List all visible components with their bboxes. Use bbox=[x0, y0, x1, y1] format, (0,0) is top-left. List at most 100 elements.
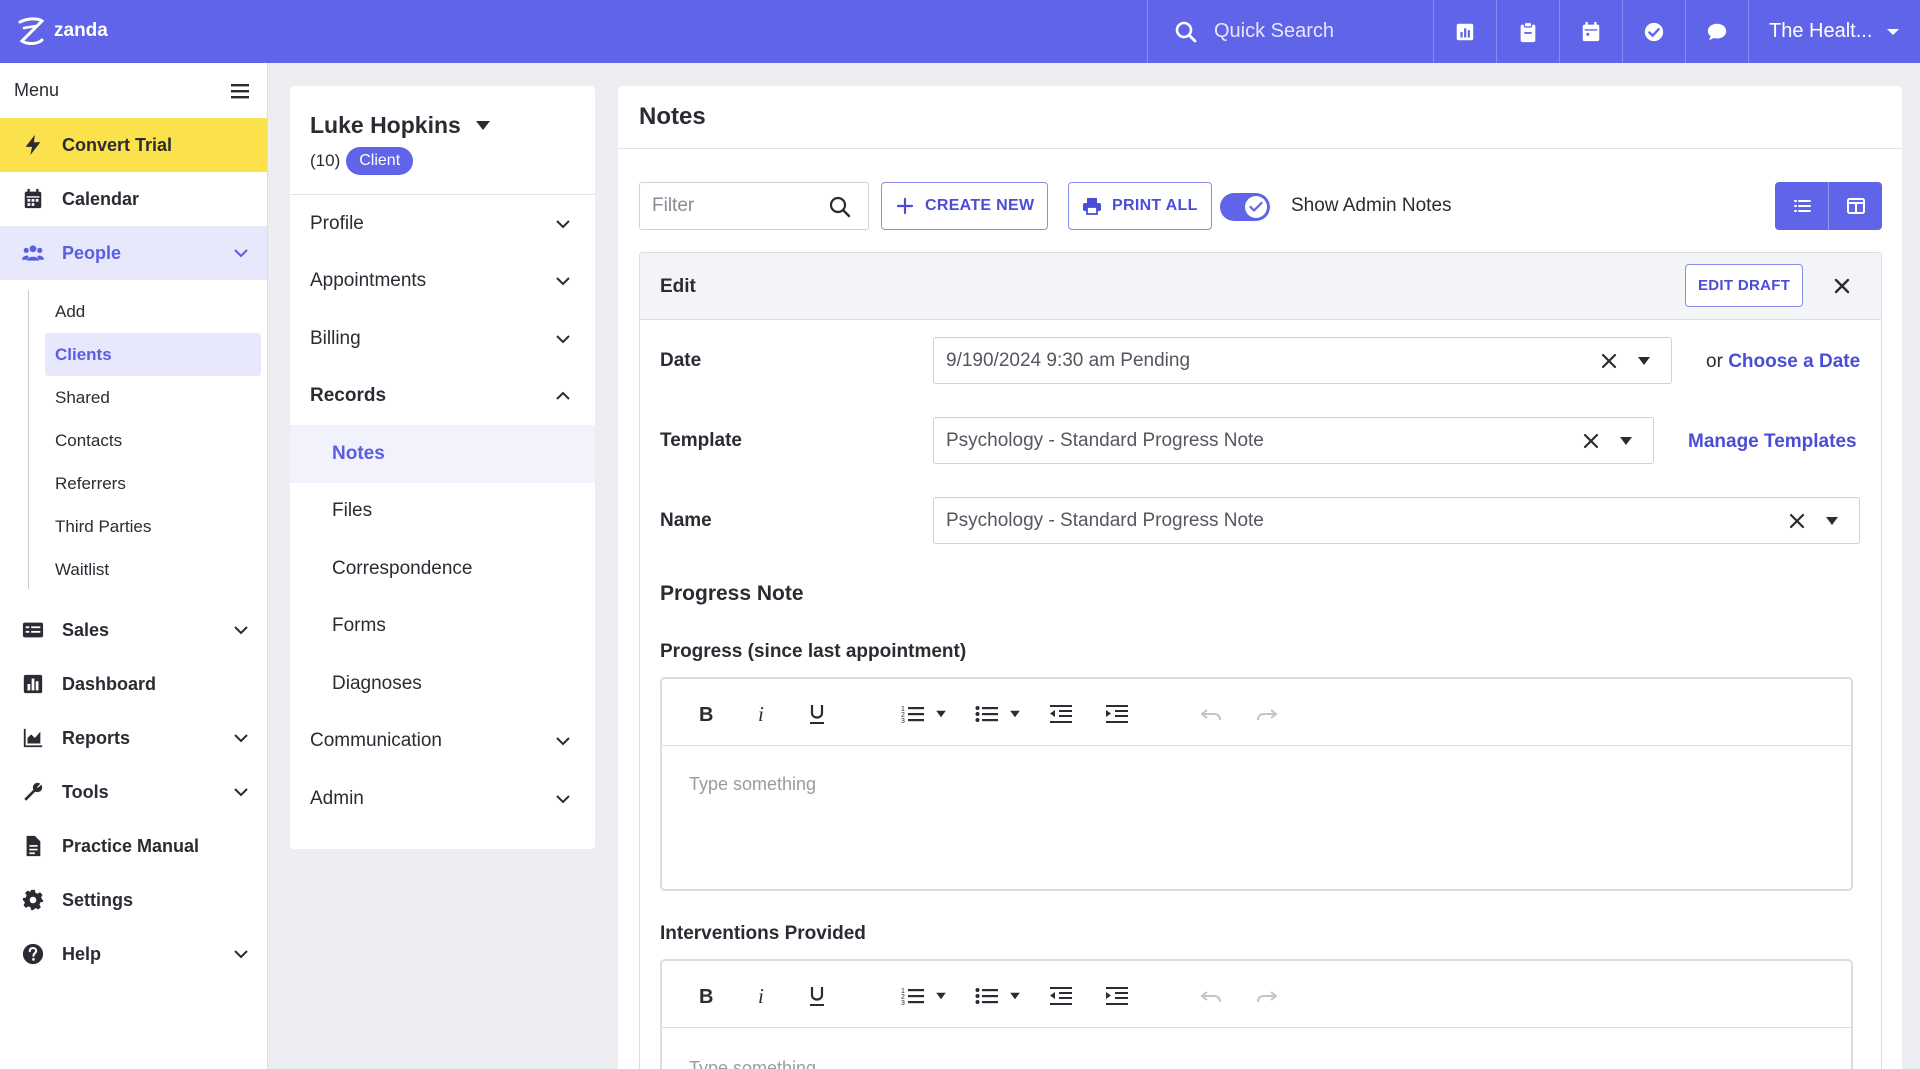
progress-text-area[interactable]: Type something bbox=[662, 746, 1851, 795]
sidebar-item-people[interactable]: People bbox=[0, 226, 267, 280]
records-subnav-diagnoses[interactable]: Diagnoses bbox=[290, 655, 595, 713]
notes-toolbar: Filter CREATE NEW PRINT ALL Show Admin N… bbox=[639, 182, 1882, 230]
sidebar-item-convert-trial[interactable]: Convert Trial bbox=[0, 118, 267, 172]
redo-icon bbox=[1257, 709, 1278, 721]
client-name-dropdown[interactable]: Luke Hopkins bbox=[310, 112, 595, 139]
caret-down-icon[interactable] bbox=[1619, 436, 1633, 446]
create-new-button[interactable]: CREATE NEW bbox=[881, 182, 1049, 230]
sidebar-item-dashboard[interactable]: Dashboard bbox=[0, 657, 267, 711]
edit-draft-button[interactable]: EDIT DRAFT bbox=[1685, 264, 1804, 307]
name-value: Psychology - Standard Progress Note bbox=[946, 509, 1264, 531]
client-records-panel: Luke Hopkins (10) Client Profile Appoint… bbox=[290, 86, 595, 849]
bullet-list-icon bbox=[975, 706, 998, 722]
name-select[interactable]: Psychology - Standard Progress Note bbox=[933, 497, 1860, 544]
choose-date-link[interactable]: Choose a Date bbox=[1728, 351, 1860, 372]
sidebar-subitem-contacts[interactable]: Contacts bbox=[45, 419, 261, 462]
italic-button[interactable]: i bbox=[748, 701, 774, 727]
ordered-list-dropdown[interactable] bbox=[934, 983, 948, 1009]
sidebar-subitem-waitlist[interactable]: Waitlist bbox=[45, 548, 261, 591]
top-clipboard-button[interactable] bbox=[1496, 0, 1559, 63]
clear-icon[interactable] bbox=[1601, 353, 1617, 369]
undo-button[interactable] bbox=[1198, 701, 1224, 727]
underline-button[interactable] bbox=[804, 701, 830, 727]
caret-down-icon[interactable] bbox=[1637, 356, 1651, 366]
hamburger-icon[interactable] bbox=[229, 80, 251, 102]
top-reports-button[interactable] bbox=[1433, 0, 1496, 63]
sidebar-subitem-referrers[interactable]: Referrers bbox=[45, 462, 261, 505]
sidebar-item-reports[interactable]: Reports bbox=[0, 711, 267, 765]
records-nav-admin[interactable]: Admin bbox=[290, 770, 595, 828]
bullet-list-button[interactable] bbox=[974, 983, 1000, 1009]
svg-text:B: B bbox=[699, 704, 713, 726]
sidebar-item-settings[interactable]: Settings bbox=[0, 873, 267, 927]
sidebar-item-calendar[interactable]: Calendar bbox=[0, 172, 267, 226]
show-admin-notes-toggle[interactable] bbox=[1220, 193, 1270, 221]
account-menu[interactable]: The Healt... bbox=[1748, 0, 1920, 63]
sidebar-item-help[interactable]: Help bbox=[0, 927, 267, 981]
sidebar-item-tools[interactable]: Tools bbox=[0, 765, 267, 819]
records-nav-communication[interactable]: Communication bbox=[290, 713, 595, 771]
clear-icon[interactable] bbox=[1583, 433, 1599, 449]
list-view-button[interactable] bbox=[1775, 182, 1828, 230]
decrease-indent-button[interactable] bbox=[1048, 983, 1074, 1009]
caret-down-icon bbox=[1010, 710, 1020, 718]
chevron-down-icon bbox=[234, 950, 248, 959]
records-subnav-files[interactable]: Files bbox=[290, 483, 595, 541]
records-nav-profile[interactable]: Profile bbox=[290, 195, 595, 253]
bold-button[interactable]: B bbox=[692, 983, 718, 1009]
print-all-button[interactable]: PRINT ALL bbox=[1068, 182, 1212, 230]
caret-down-icon[interactable] bbox=[1825, 516, 1839, 526]
logo-text: zanda bbox=[54, 20, 108, 41]
zanda-logo[interactable]: zanda bbox=[14, 14, 108, 48]
chevron-down-icon bbox=[234, 734, 248, 743]
sidebar-item-practice-manual[interactable]: Practice Manual bbox=[0, 819, 267, 873]
ordered-list-dropdown[interactable] bbox=[934, 701, 948, 727]
underline-button[interactable] bbox=[804, 983, 830, 1009]
calendar-icon bbox=[1582, 21, 1600, 41]
records-nav-records[interactable]: Records bbox=[290, 368, 595, 426]
records-nav-label: Appointments bbox=[310, 270, 427, 292]
redo-button[interactable] bbox=[1254, 701, 1280, 727]
template-select[interactable]: Psychology - Standard Progress Note bbox=[933, 417, 1654, 464]
decrease-indent-button[interactable] bbox=[1048, 701, 1074, 727]
sidebar-subitem-third-parties[interactable]: Third Parties bbox=[45, 505, 261, 548]
chevron-down-icon bbox=[234, 626, 248, 635]
records-subnav-forms[interactable]: Forms bbox=[290, 598, 595, 656]
bullet-list-dropdown[interactable] bbox=[1008, 701, 1022, 727]
date-select[interactable]: 9/190/2024 9:30 am Pending bbox=[933, 337, 1672, 384]
sidebar-subitem-shared[interactable]: Shared bbox=[45, 376, 261, 419]
sidebar-subitem-add[interactable]: Add bbox=[45, 290, 261, 333]
ordered-list-button[interactable]: 123 bbox=[900, 983, 926, 1009]
increase-indent-button[interactable] bbox=[1104, 701, 1130, 727]
client-header: Luke Hopkins (10) Client bbox=[290, 86, 595, 195]
quick-search[interactable]: Quick Search bbox=[1147, 0, 1433, 63]
increase-indent-button[interactable] bbox=[1104, 983, 1130, 1009]
records-nav-billing[interactable]: Billing bbox=[290, 310, 595, 368]
filter-input[interactable]: Filter bbox=[639, 182, 869, 230]
top-tasks-button[interactable] bbox=[1622, 0, 1685, 63]
ordered-list-button[interactable]: 123 bbox=[900, 701, 926, 727]
close-icon[interactable] bbox=[1832, 276, 1852, 296]
records-subnav-correspondence[interactable]: Correspondence bbox=[290, 540, 595, 598]
redo-button[interactable] bbox=[1254, 983, 1280, 1009]
top-calendar-button[interactable] bbox=[1559, 0, 1622, 63]
chevron-down-icon bbox=[556, 795, 570, 804]
bullet-list-dropdown[interactable] bbox=[1008, 983, 1022, 1009]
italic-button[interactable]: i bbox=[748, 983, 774, 1009]
interventions-text-area[interactable]: Type something bbox=[662, 1028, 1851, 1069]
bold-button[interactable]: B bbox=[692, 701, 718, 727]
sidebar-subitem-clients[interactable]: Clients bbox=[45, 333, 261, 376]
sidebar-item-sales[interactable]: Sales bbox=[0, 603, 267, 657]
records-subnav-notes[interactable]: Notes bbox=[290, 425, 595, 483]
manage-templates-link[interactable]: Manage Templates bbox=[1688, 431, 1857, 453]
bullet-list-button[interactable] bbox=[974, 701, 1000, 727]
undo-button[interactable] bbox=[1198, 983, 1224, 1009]
sidebar-item-label: Reports bbox=[62, 727, 131, 748]
records-nav-appointments[interactable]: Appointments bbox=[290, 253, 595, 311]
page-title-text: Notes bbox=[639, 103, 706, 130]
undo-icon bbox=[1200, 991, 1221, 1003]
clear-icon[interactable] bbox=[1789, 513, 1805, 529]
print-all-label: PRINT ALL bbox=[1112, 197, 1198, 214]
top-messages-button[interactable] bbox=[1685, 0, 1748, 63]
split-view-button[interactable] bbox=[1828, 182, 1882, 230]
